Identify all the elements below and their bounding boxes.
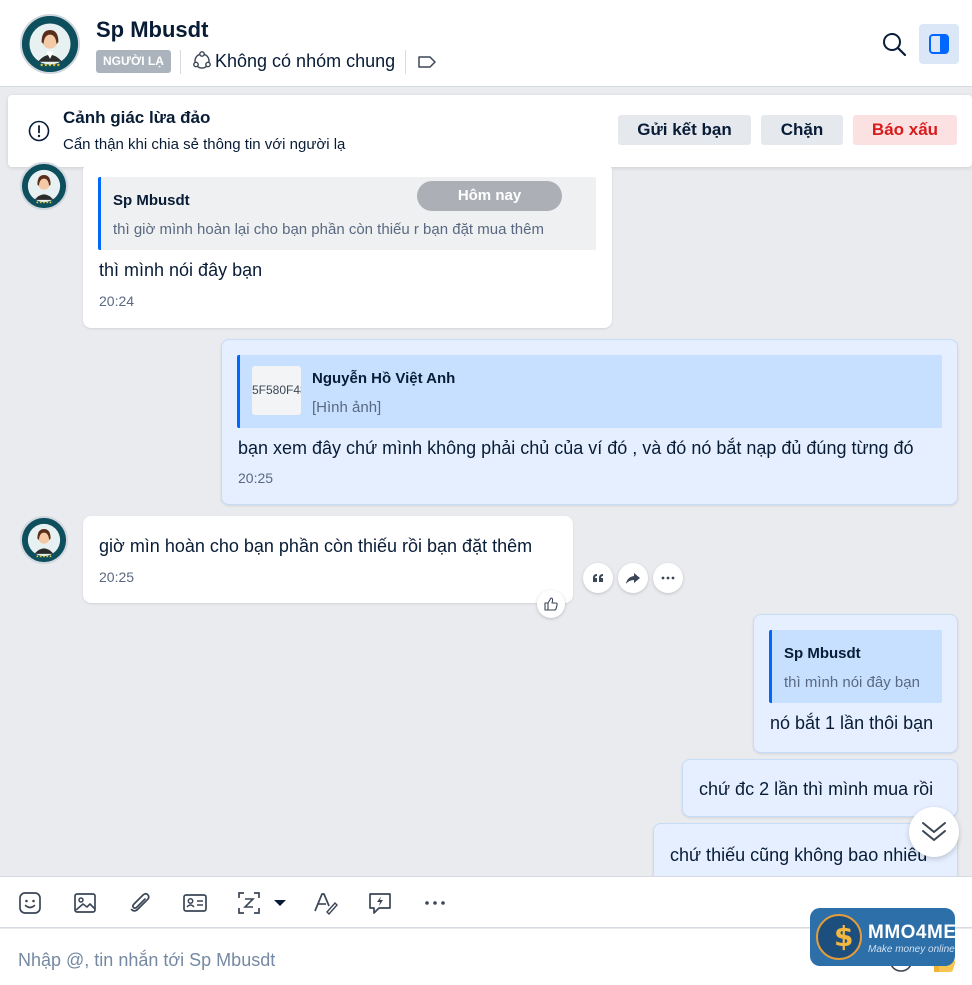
contact-card-icon [183, 894, 207, 912]
forward-button[interactable] [618, 563, 648, 593]
warning-text: Cẩn thận khi chia sẻ thông tin với người… [63, 136, 346, 153]
sender-avatar[interactable]: ★★★★★ [20, 162, 68, 210]
message-text: chứ đc 2 lần thì mình mua rồi [699, 779, 934, 799]
ellipsis-icon [425, 901, 445, 905]
svg-text:★★★★★: ★★★★★ [40, 62, 61, 67]
message-bubble[interactable]: giờ mìn hoàn cho bạn phần còn thiếu rồi … [83, 516, 573, 603]
warning-title: Cảnh giác lừa đảo [63, 108, 211, 127]
image-icon [74, 893, 96, 913]
quote-sender: Sp Mbusdt [784, 645, 861, 662]
scroll-to-bottom-button[interactable] [909, 807, 959, 857]
paperclip-icon [130, 892, 150, 912]
contact-name[interactable]: Sp Mbusdt [96, 17, 208, 43]
screenshot-button[interactable] [236, 889, 288, 917]
logo-name: MMO4ME [868, 922, 955, 943]
message-text: bạn xem đây chứ mình không phải chủ của … [238, 438, 914, 458]
message-bubble[interactable]: chứ đc 2 lần thì mình mua rồi [682, 759, 958, 817]
sidebar-panel-icon [929, 34, 949, 54]
ellipsis-icon [661, 576, 675, 580]
quote-text: thì giờ mình hoàn lại cho bạn phần còn t… [113, 221, 544, 238]
quote-reply-button[interactable] [583, 563, 613, 593]
quote-sender: Sp Mbusdt [113, 192, 190, 209]
quote-sender: Nguyễn Hồ Việt Anh [312, 370, 456, 387]
chat-header: ★★★★★ Sp Mbusdt NGƯỜI LẠ Không có nhóm c… [0, 0, 972, 87]
quote-text: [Hình ảnh] [312, 399, 382, 416]
search-icon[interactable] [880, 30, 908, 58]
block-button[interactable]: Chặn [761, 115, 843, 145]
scam-warning-banner: Cảnh giác lừa đảo Cẩn thận khi chia sẻ t… [8, 95, 972, 167]
message-text: nó bắt 1 lần thôi bạn [770, 713, 934, 733]
contact-card-button[interactable] [181, 889, 209, 917]
message-bubble[interactable]: Nguyễn Hồ Việt Anh [Hình ảnh] bạn xem đâ… [221, 339, 958, 505]
text-format-icon [314, 893, 338, 916]
send-friend-request-button[interactable]: Gửi kết bạn [618, 115, 751, 145]
toggle-info-panel-button[interactable] [919, 24, 959, 64]
double-chevron-down-icon [922, 822, 946, 841]
dollar-icon: $ [834, 920, 854, 953]
sticker-icon [19, 892, 41, 914]
message-text: thì mình nói đây bạn [99, 260, 263, 280]
text-format-button[interactable] [311, 889, 339, 917]
mmo4me-watermark-logo: $ MMO4ME Make money online [810, 908, 955, 966]
quote-image-thumbnail[interactable]: 5F580F48 [252, 366, 301, 415]
sender-avatar[interactable]: ★★★★★ [20, 516, 68, 564]
message-time: 20:24 [99, 293, 135, 309]
quote-text: thì mình nói đây bạn [784, 674, 920, 691]
message-input-placeholder: Nhập @, tin nhắn tới Sp Mbusdt [18, 950, 276, 970]
svg-text:★★★★★: ★★★★★ [36, 201, 53, 205]
group-icon [193, 51, 211, 69]
more-options-button[interactable] [653, 563, 683, 593]
like-reaction-button[interactable] [537, 590, 565, 618]
common-groups-text[interactable]: Không có nhóm chung [215, 51, 395, 72]
sticker-button[interactable] [16, 889, 44, 917]
message-text: chứ thiếu cũng không bao nhiêu [670, 845, 928, 865]
header-divider [405, 50, 406, 74]
forward-icon [626, 573, 640, 584]
quote-icon [593, 574, 603, 582]
tag-icon[interactable] [416, 52, 438, 72]
screenshot-icon [238, 892, 286, 914]
stranger-badge: NGƯỜI LẠ [96, 50, 171, 73]
image-button[interactable] [71, 889, 99, 917]
report-button[interactable]: Báo xấu [853, 115, 957, 145]
thumbs-up-icon [544, 597, 558, 611]
date-separator: Hôm nay [417, 181, 562, 211]
contact-avatar[interactable]: ★★★★★ [20, 14, 80, 74]
header-divider [180, 50, 181, 74]
svg-text:★★★★★: ★★★★★ [36, 555, 53, 559]
message-time: 20:25 [238, 470, 274, 486]
reply-quote[interactable]: Sp Mbusdt thì mình nói đây bạn [769, 630, 942, 703]
message-bubble[interactable]: Sp Mbusdt thì mình nói đây bạn nó bắt 1 … [753, 614, 958, 753]
quick-message-icon [369, 893, 391, 914]
more-tools-button[interactable] [421, 889, 449, 917]
reply-quote[interactable]: Nguyễn Hồ Việt Anh [Hình ảnh] [237, 355, 942, 428]
logo-tagline: Make money online [868, 944, 955, 955]
alert-icon [28, 120, 50, 142]
quick-message-button[interactable] [366, 889, 394, 917]
attach-file-button[interactable] [126, 889, 154, 917]
message-text: giờ mìn hoàn cho bạn phần còn thiếu rồi … [99, 536, 533, 556]
message-time: 20:25 [99, 569, 135, 585]
